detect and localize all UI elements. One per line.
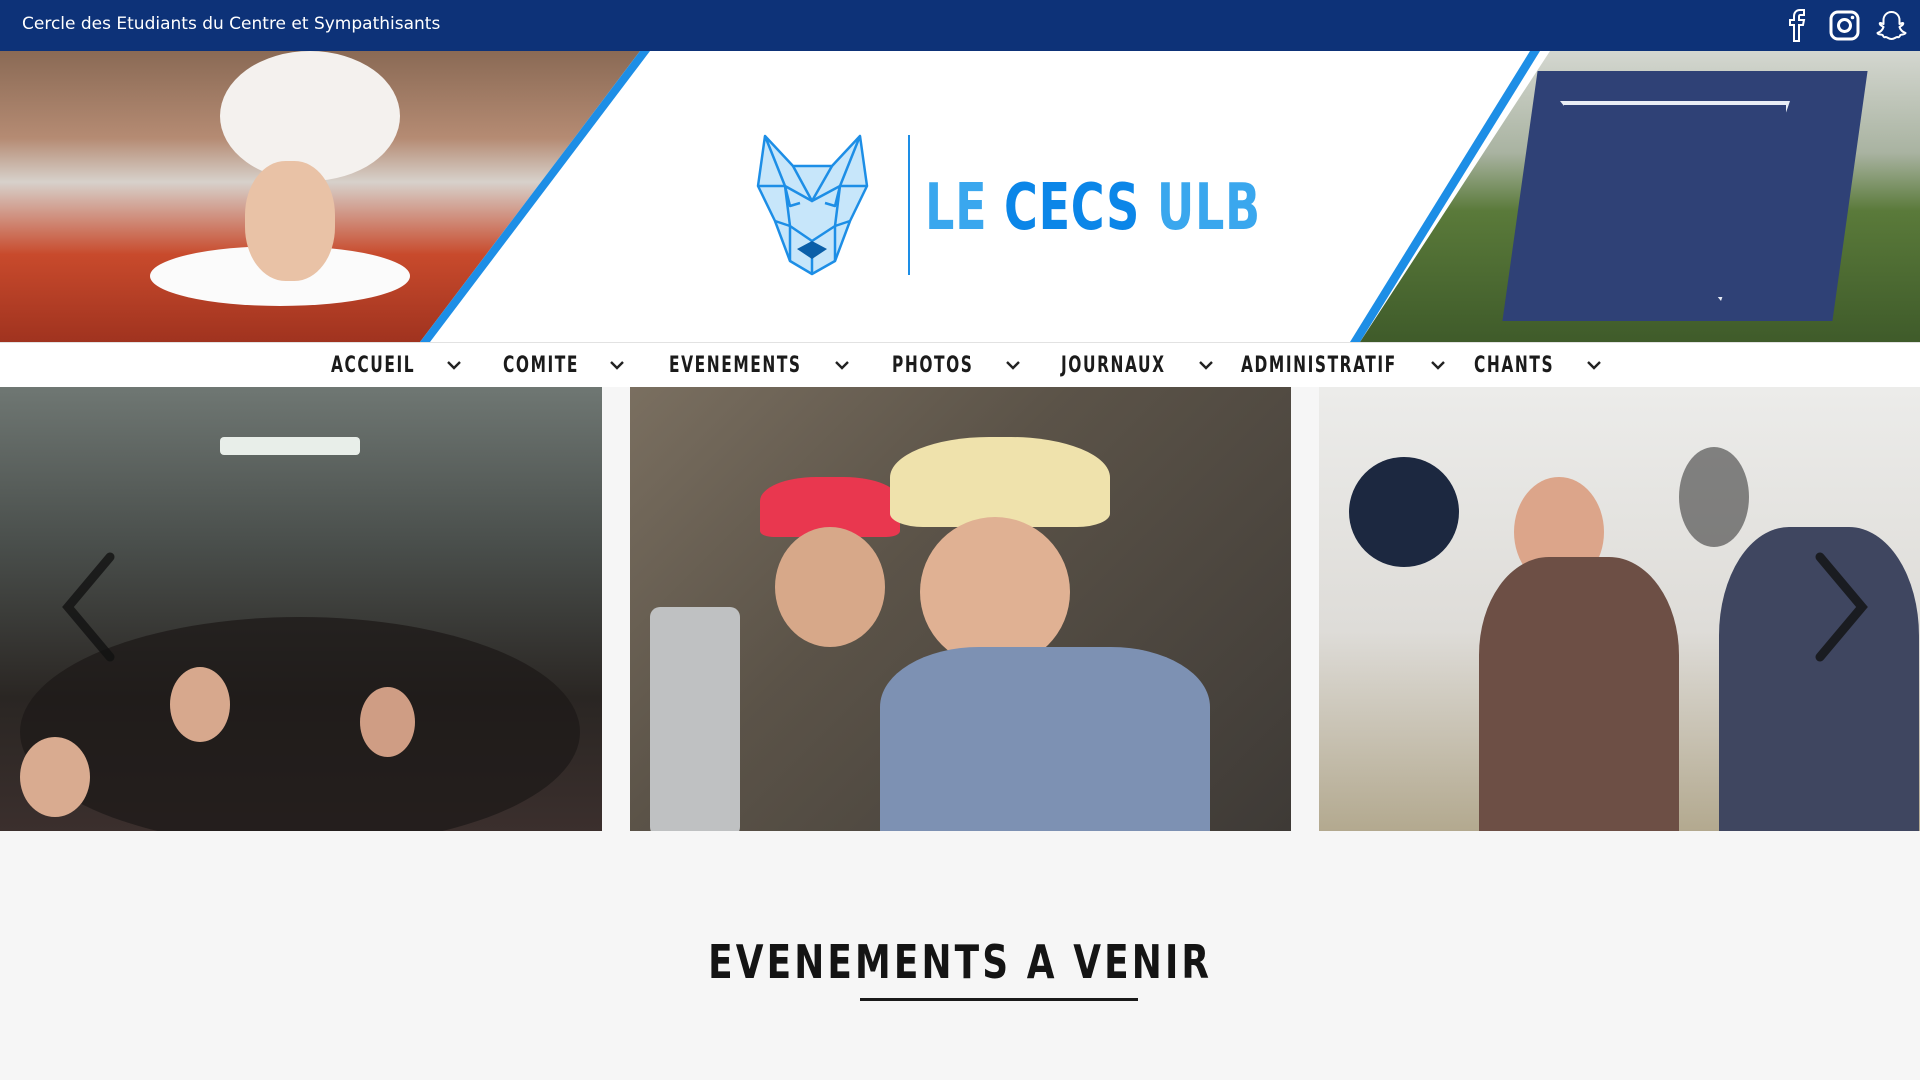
carousel-slide-beer-tap[interactable] [630, 387, 1291, 831]
organization-name: Cercle des Etudiants du Centre et Sympat… [22, 14, 441, 34]
snapchat-icon[interactable] [1875, 9, 1908, 42]
chevron-left-icon[interactable] [60, 552, 120, 662]
chevron-right-icon[interactable] [1810, 552, 1870, 662]
chevron-down-icon [1199, 361, 1213, 370]
chevron-down-icon [835, 361, 849, 370]
photo-carousel [0, 387, 1920, 831]
wolf-logo-icon[interactable] [745, 131, 880, 276]
nav-item-chants[interactable]: CHANTS [1474, 353, 1601, 378]
main-navigation: ACCUEIL COMITE EVENEMENTS PHOTOS JOURNAU… [0, 342, 1920, 387]
section-title-underline [860, 998, 1138, 1001]
nav-item-label: PHOTOS [892, 353, 974, 378]
facebook-icon[interactable] [1781, 9, 1814, 42]
site-title[interactable]: LE CECS ULB [925, 171, 1261, 245]
site-title-part-ulb: ULB [1156, 171, 1261, 245]
nav-item-label: COMITE [503, 353, 580, 378]
nav-item-photos[interactable]: PHOTOS [892, 353, 1021, 378]
site-title-part-le: LE [925, 171, 988, 245]
banner-photo-carnival [0, 51, 640, 342]
logo-divider [908, 135, 910, 275]
chevron-down-icon [447, 361, 461, 370]
instagram-icon[interactable] [1828, 9, 1861, 42]
nav-item-label: CHANTS [1474, 353, 1555, 378]
nav-item-label: JOURNAUX [1061, 353, 1166, 378]
nav-item-administratif[interactable]: ADMINISTRATIF [1241, 353, 1445, 378]
nav-item-journaux[interactable]: JOURNAUX [1061, 353, 1213, 378]
nav-item-evenements[interactable]: EVENEMENTS [669, 353, 849, 378]
upcoming-events-heading: EVENEMENTS A VENIR [0, 935, 1920, 989]
nav-item-label: ADMINISTRATIF [1241, 353, 1397, 378]
chevron-down-icon [1006, 361, 1021, 370]
top-bar: Cercle des Etudiants du Centre et Sympat… [0, 0, 1920, 51]
section-title: EVENEMENTS A VENIR [707, 935, 1213, 989]
chevron-down-icon [610, 361, 625, 370]
chevron-down-icon [1586, 361, 1601, 370]
nav-item-comite[interactable]: COMITE [503, 353, 625, 378]
nav-item-accueil[interactable]: ACCUEIL [331, 353, 461, 378]
nav-item-label: ACCUEIL [331, 353, 416, 378]
header-banner: LE CECS ULB [0, 51, 1920, 342]
chevron-down-icon [1430, 361, 1445, 370]
nav-item-label: EVENEMENTS [669, 353, 802, 378]
site-title-part-cecs: CECS [1004, 171, 1141, 245]
social-links [1781, 9, 1908, 42]
